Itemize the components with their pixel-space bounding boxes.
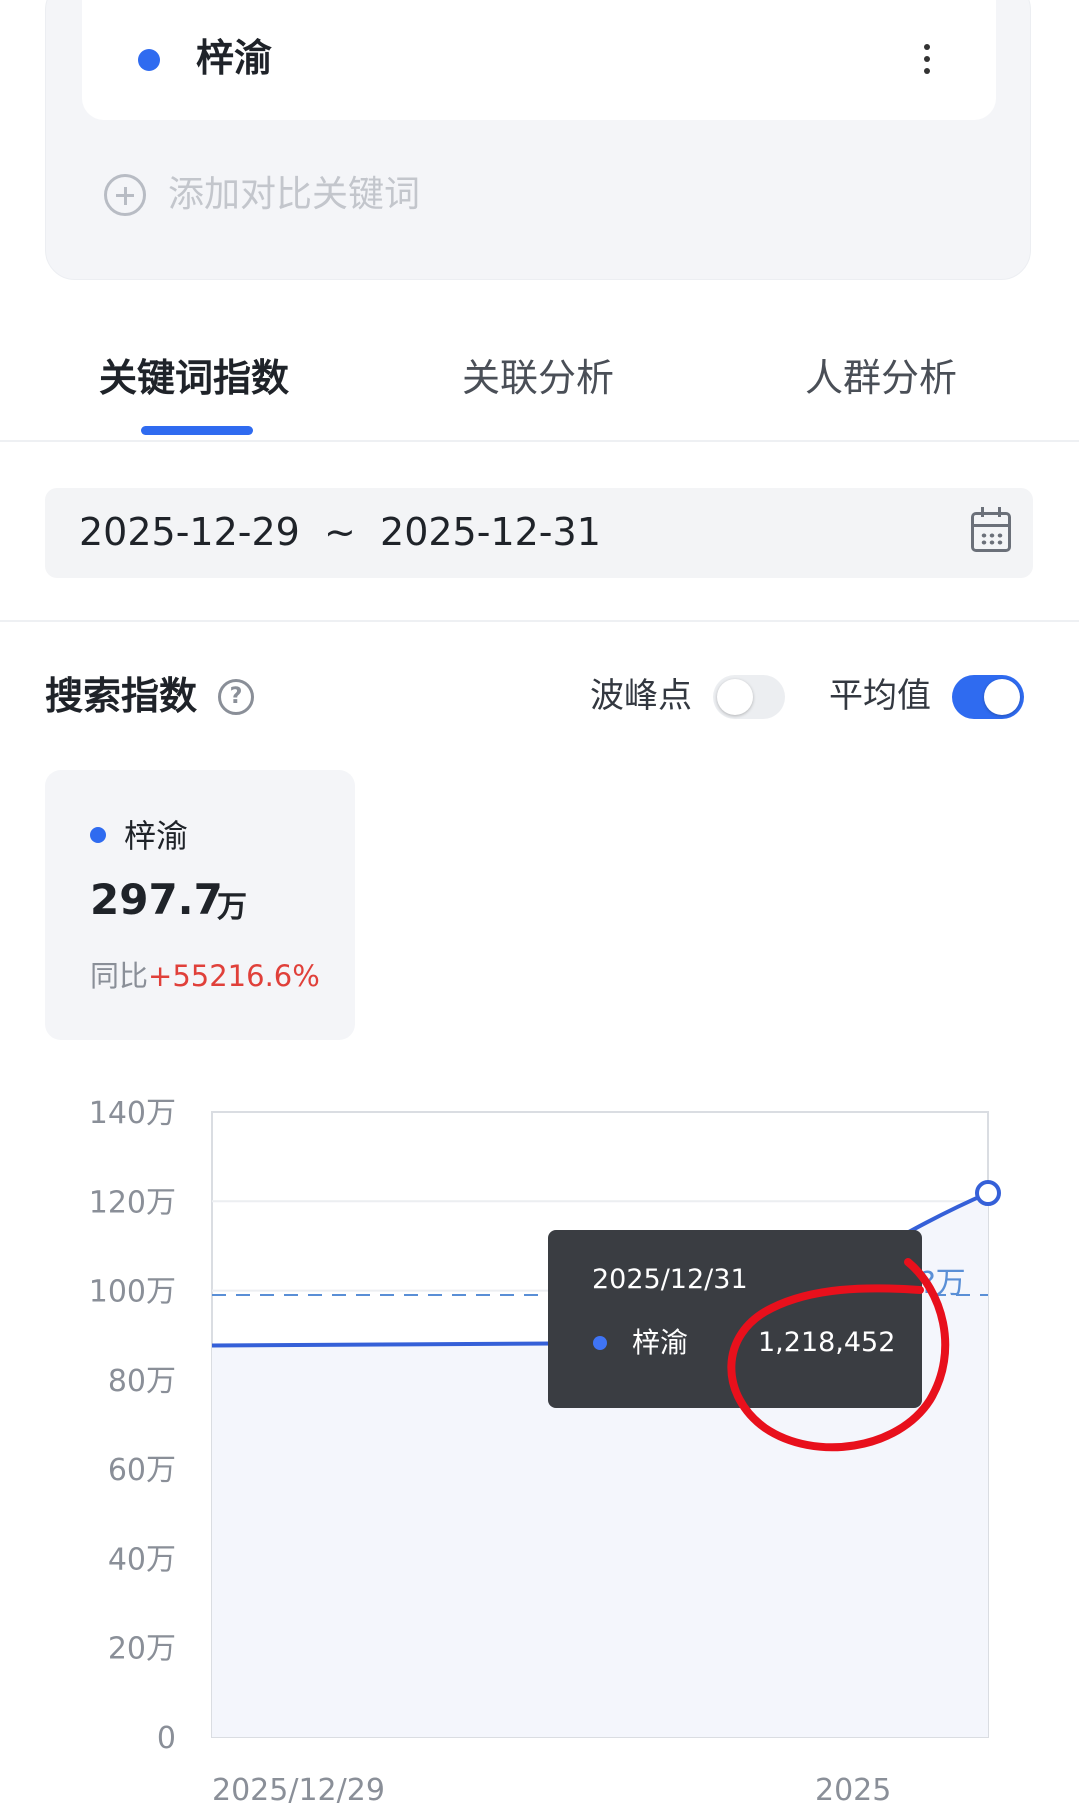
add-compare-keyword-label: 添加对比关键词 — [168, 174, 421, 215]
y-tick-label: 60万 — [108, 1453, 176, 1488]
date-end: 2025-12-31 — [380, 510, 601, 554]
search-index-title: 搜索指数 — [45, 674, 198, 718]
date-range-text: 2025-12-29 ~ 2025-12-31 — [79, 506, 601, 558]
y-tick-label: 80万 — [108, 1364, 176, 1399]
y-tick-label: 40万 — [108, 1542, 176, 1577]
stat-value: 297.7 — [90, 875, 223, 924]
tooltip-series-name: 梓渝 — [632, 1326, 689, 1359]
y-tick-label: 120万 — [89, 1185, 176, 1220]
question-circle-icon[interactable]: ? — [218, 679, 254, 715]
y-tick-label: 140万 — [89, 1096, 176, 1131]
add-compare-keyword-button[interactable]: 添加对比关键词 — [104, 168, 420, 222]
tab-related-analysis[interactable]: 关联分析 — [462, 350, 614, 406]
peak-point-label: 波峰点 — [590, 676, 692, 716]
keyword-name: 梓渝 — [196, 36, 273, 80]
tab-bar: 关键词指数 关联分析 人群分析 — [0, 340, 1079, 442]
average-toggle[interactable] — [952, 675, 1024, 719]
tab-keyword-index[interactable]: 关键词指数 — [99, 350, 289, 406]
red-circle-annotation — [727, 1258, 950, 1452]
plus-circle-icon — [104, 174, 146, 216]
keyword-color-dot — [138, 49, 160, 71]
more-vertical-icon[interactable] — [915, 40, 939, 84]
section-divider — [0, 620, 1079, 622]
y-tick-label: 0 — [157, 1721, 176, 1756]
y-tick-label: 100万 — [89, 1275, 176, 1310]
stat-unit: 万 — [217, 890, 247, 925]
active-tab-indicator — [141, 426, 253, 435]
stat-keyword: 梓渝 — [124, 817, 189, 855]
date-separator: ~ — [324, 510, 356, 554]
x-tick-label: 2025/12/29 — [212, 1773, 385, 1808]
tooltip-series-dot — [593, 1336, 607, 1350]
peak-point-toggle[interactable] — [713, 675, 785, 719]
x-tick-label: 2025 — [815, 1773, 891, 1808]
calendar-icon[interactable] — [971, 507, 1011, 552]
date-range-picker[interactable]: 2025-12-29 ~ 2025-12-31 — [45, 488, 1033, 578]
y-tick-label: 20万 — [108, 1632, 176, 1667]
stat-yoy-label: 同比 — [90, 959, 149, 993]
date-start: 2025-12-29 — [79, 510, 300, 554]
average-label: 平均值 — [829, 676, 931, 716]
tab-audience-analysis[interactable]: 人群分析 — [805, 350, 957, 406]
stat-yoy: 同比+55216.6% — [90, 955, 320, 997]
stat-color-dot — [90, 827, 106, 843]
keyword-stat-card[interactable]: 梓渝 297.7 万 同比+55216.6% — [45, 770, 355, 1040]
stat-yoy-value: +55216.6% — [148, 959, 320, 993]
series-end-marker — [975, 1180, 1001, 1207]
